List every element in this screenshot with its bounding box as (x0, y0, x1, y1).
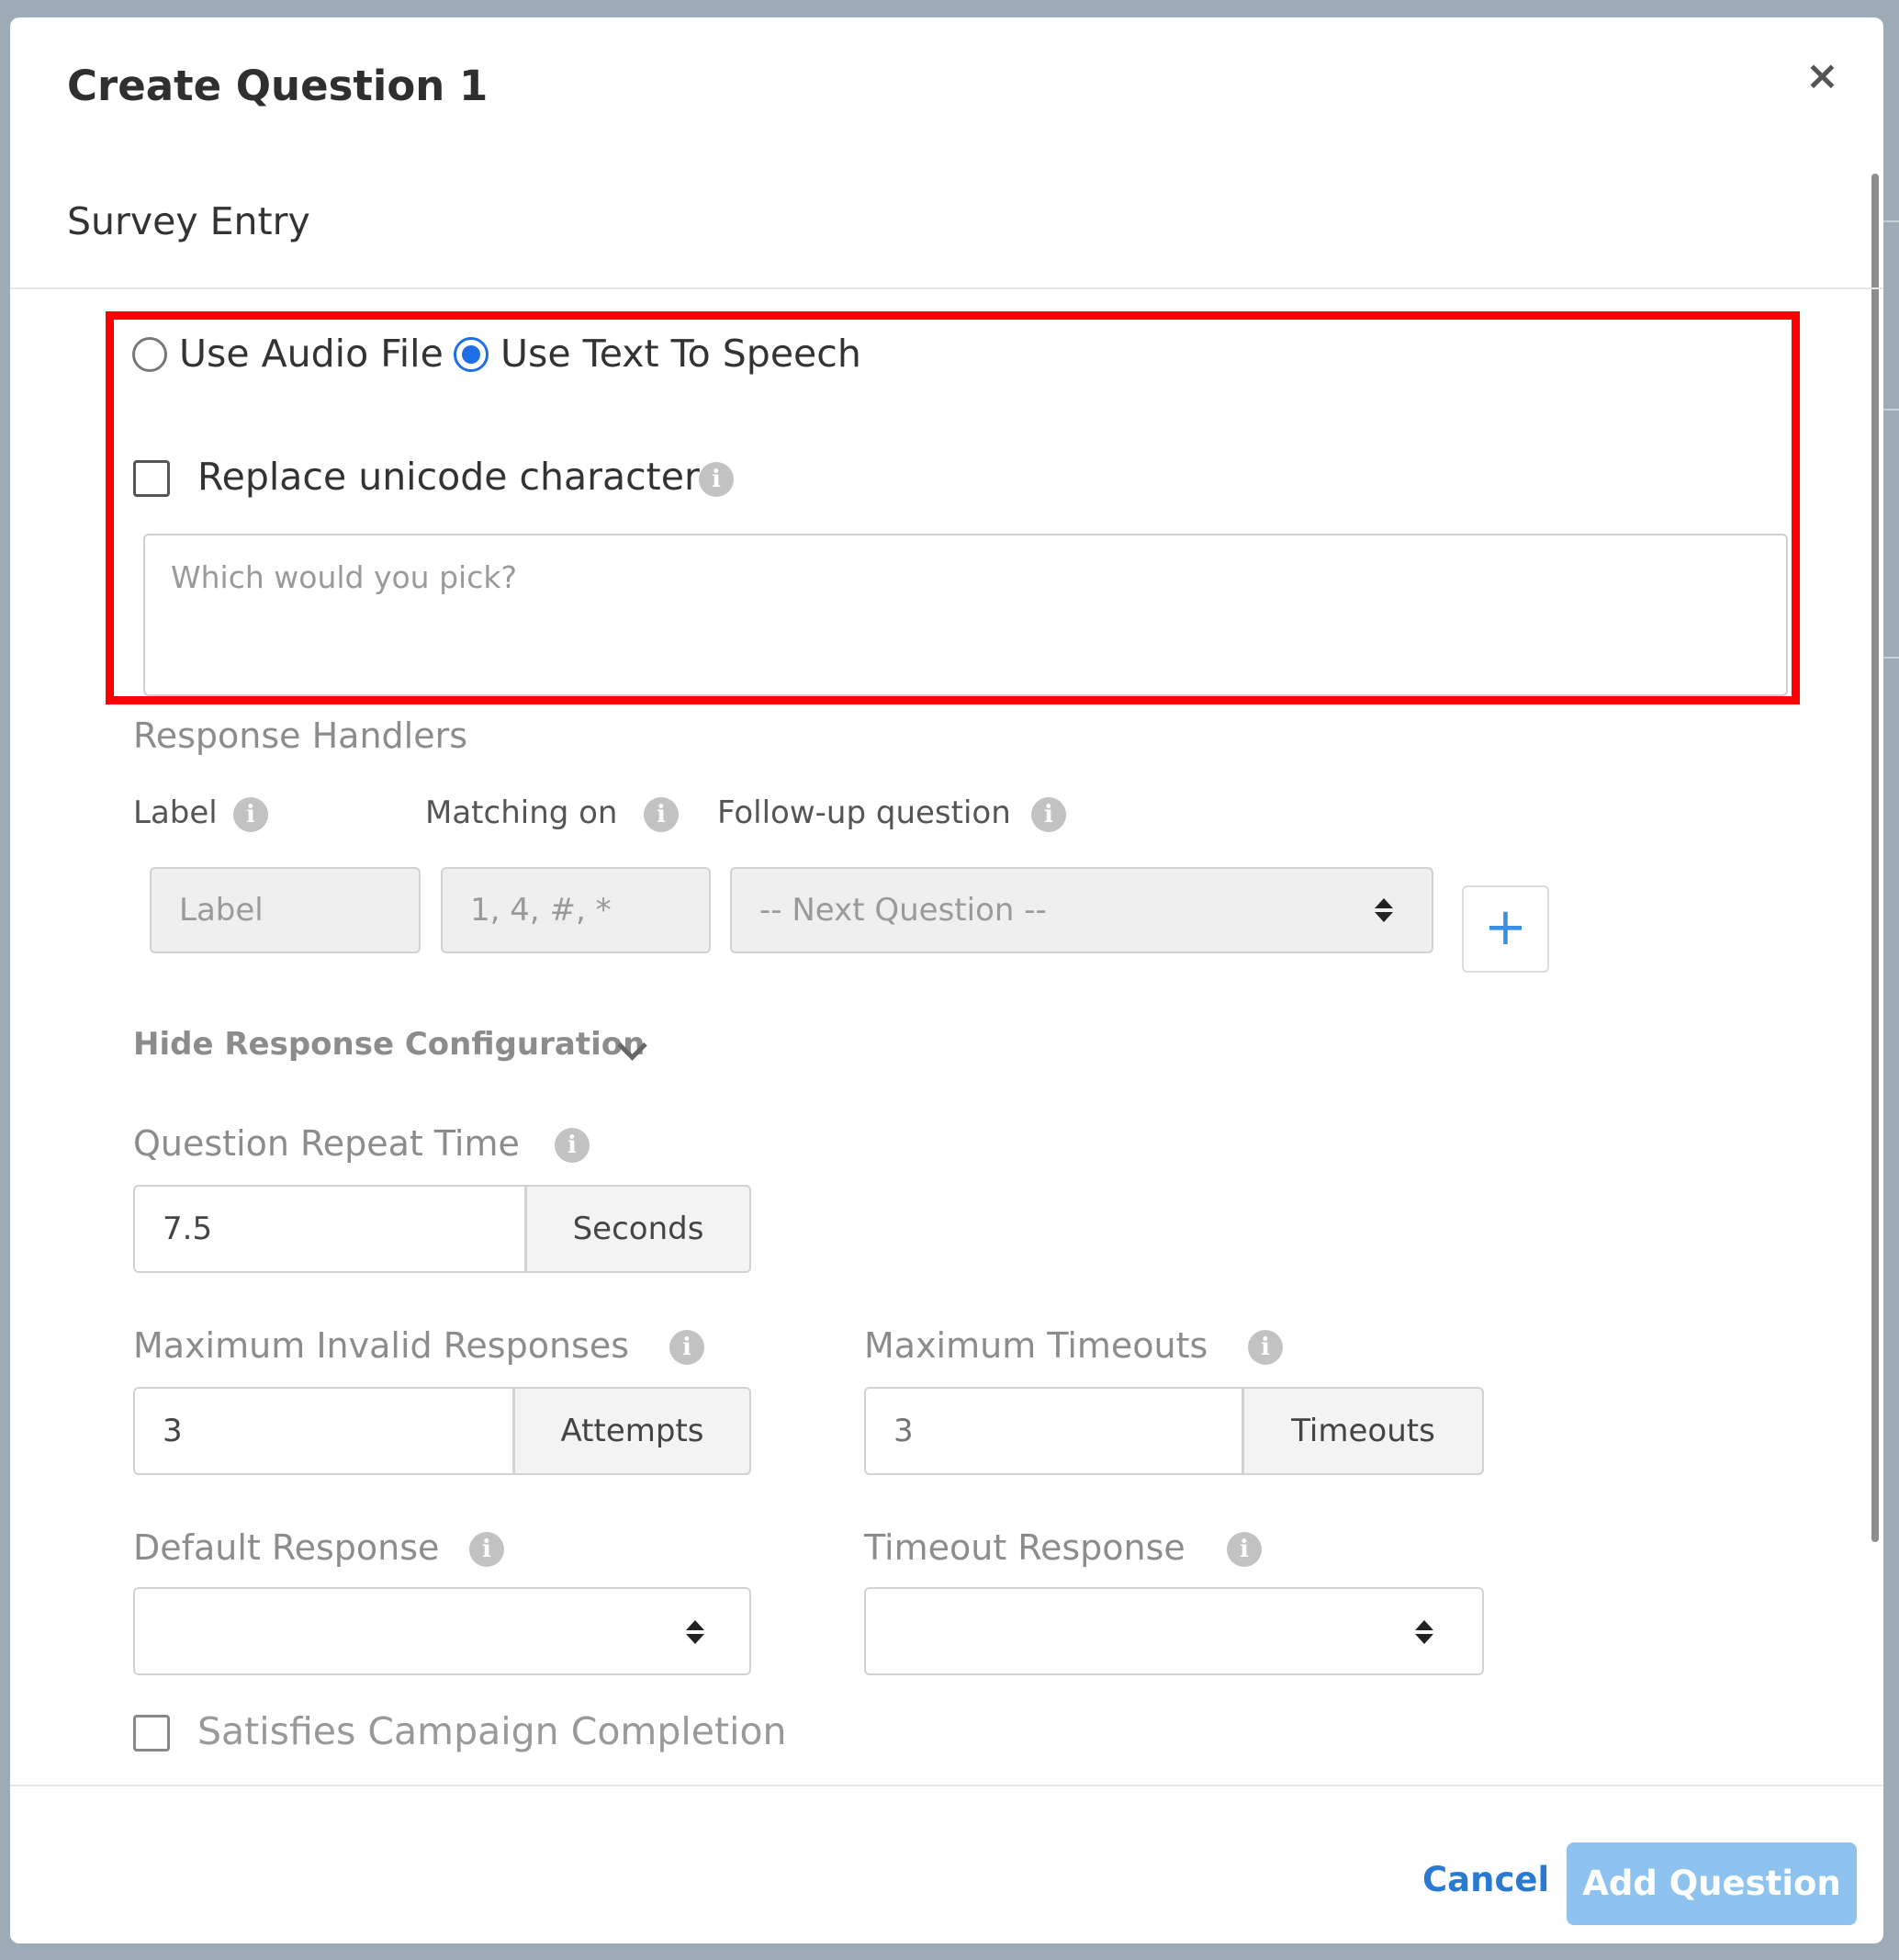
handler-matching-input[interactable] (441, 867, 711, 953)
select-arrows-icon (686, 1620, 704, 1648)
use-text-to-speech-radio[interactable] (454, 337, 489, 372)
footer-divider (10, 1785, 1883, 1786)
campaign-completion-checkbox[interactable] (133, 1715, 170, 1752)
use-text-to-speech-label[interactable]: Use Text To Speech (500, 332, 861, 376)
timeout-response-select[interactable] (864, 1587, 1484, 1675)
add-question-button[interactable]: Add Question (1567, 1842, 1857, 1925)
campaign-completion-label[interactable]: Satisfies Campaign Completion (197, 1709, 787, 1753)
create-question-modal: Create Question 1 × Survey Entry Use Aud… (10, 17, 1883, 1943)
timeout-response-label: Timeout Response (864, 1527, 1185, 1568)
matching-column-header: Matching on (425, 794, 618, 831)
max-timeouts-input[interactable] (864, 1387, 1243, 1475)
info-icon[interactable]: i (555, 1128, 590, 1163)
max-timeouts-label: Maximum Timeouts (864, 1325, 1208, 1366)
handler-label-input[interactable] (150, 867, 421, 953)
timeouts-addon: Timeouts (1242, 1387, 1484, 1475)
select-arrows-icon (1415, 1620, 1433, 1648)
info-icon[interactable]: i (644, 797, 679, 832)
replace-unicode-label[interactable]: Replace unicode characters (197, 455, 719, 499)
background-divider (1881, 657, 1899, 659)
use-audio-file-label[interactable]: Use Audio File (179, 332, 444, 376)
info-icon[interactable]: i (699, 462, 734, 497)
response-handlers-heading: Response Handlers (133, 715, 468, 756)
max-invalid-label: Maximum Invalid Responses (133, 1325, 629, 1366)
followup-select-value: -- Next Question -- (759, 892, 1047, 929)
modal-title: Create Question 1 (67, 62, 489, 110)
hide-response-config-toggle[interactable]: Hide Response Configuration (133, 1026, 645, 1063)
cancel-button[interactable]: Cancel (1422, 1860, 1549, 1899)
max-invalid-input[interactable] (133, 1387, 514, 1475)
close-icon[interactable]: × (1805, 56, 1839, 96)
followup-question-select[interactable]: -- Next Question -- (730, 867, 1433, 953)
attempts-addon: Attempts (513, 1387, 751, 1475)
modal-scrollbar[interactable] (1871, 174, 1879, 1542)
repeat-time-input[interactable] (133, 1185, 526, 1273)
info-icon[interactable]: i (1031, 797, 1066, 832)
section-divider (10, 287, 1883, 289)
info-icon[interactable]: i (469, 1532, 504, 1567)
default-response-label: Default Response (133, 1527, 440, 1568)
section-title: Survey Entry (67, 199, 310, 243)
label-column-header: Label (133, 794, 218, 831)
use-audio-file-radio[interactable] (132, 337, 167, 372)
info-icon[interactable]: i (669, 1330, 704, 1365)
background-divider (1881, 409, 1899, 411)
repeat-time-label: Question Repeat Time (133, 1123, 520, 1164)
replace-unicode-checkbox[interactable] (133, 460, 170, 497)
add-handler-button[interactable]: + (1462, 885, 1549, 973)
question-text-input[interactable] (143, 534, 1788, 696)
select-arrows-icon (1375, 898, 1393, 926)
default-response-select[interactable] (133, 1587, 751, 1675)
info-icon[interactable]: i (1227, 1532, 1262, 1567)
background-divider (1881, 220, 1899, 222)
info-icon[interactable]: i (1248, 1330, 1283, 1365)
followup-column-header: Follow-up question (717, 794, 1011, 831)
info-icon[interactable]: i (233, 797, 268, 832)
seconds-addon: Seconds (525, 1185, 751, 1273)
